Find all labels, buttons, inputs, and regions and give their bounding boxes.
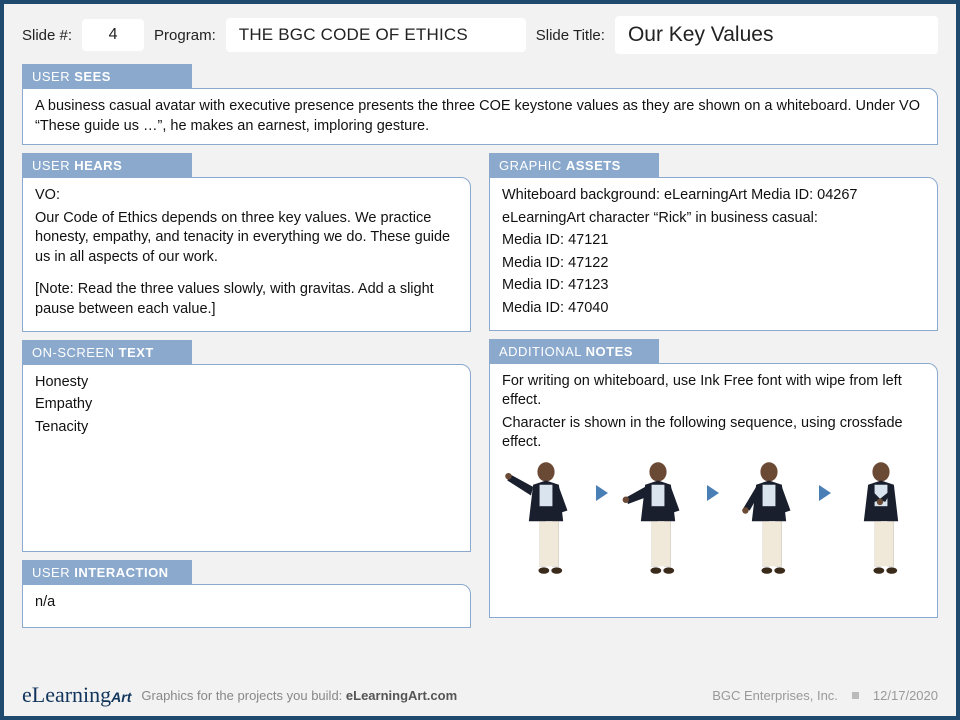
section-user-hears: USER HEARS VO: Our Code of Ethics depend… [22,153,471,331]
graphic-assets-header: GRAPHIC ASSETS [489,153,659,178]
ga-label-b: ASSETS [566,158,621,173]
an-line-2: Character is shown in the following sequ… [502,414,925,453]
character-pose-2 [614,459,702,577]
slide-num-label: Slide #: [22,27,72,44]
user-hears-label-a: USER [32,158,74,173]
footer-date: 12/17/2020 [873,688,938,703]
ga-line-5: Media ID: 47040 [502,299,925,319]
slide-title-field[interactable]: Our Key Values [615,16,938,54]
program-label: Program: [154,27,216,44]
sequence-arrow-icon [707,485,719,501]
onscreen-text-header: ON-SCREEN TEXT [22,340,192,365]
vo-note: [Note: Read the three values slowly, wit… [35,280,458,319]
ga-label-a: GRAPHIC [499,158,566,173]
footer-company: BGC Enterprises, Inc. [712,688,838,703]
sequence-arrow-icon [596,485,608,501]
footer-tag-a: Graphics for the projects you build: [141,688,346,703]
an-label-a: ADDITIONAL [499,344,586,359]
user-sees-label-b: SEES [74,69,111,84]
user-sees-header: USER SEES [22,64,192,89]
storyboard-page: Slide #: 4 Program: THE BGC CODE OF ETHI… [0,0,960,720]
user-interaction-header: USER INTERACTION [22,560,192,585]
section-onscreen-text: ON-SCREEN TEXT Honesty Empathy Tenacity [22,340,471,552]
footer: eLearningArt Graphics for the projects y… [22,682,938,708]
user-interaction-body: n/a [22,584,471,628]
ui-label-a: USER [32,565,74,580]
ga-line-4: Media ID: 47123 [502,276,925,296]
footer-separator-icon [852,692,859,699]
program-field[interactable]: THE BGC CODE OF ETHICS [226,18,526,52]
slide-num-field[interactable]: 4 [82,19,144,51]
person-icon [502,459,590,577]
logo-text-b: Art [111,689,131,705]
slide-title-label: Slide Title: [536,27,605,44]
ost-label-b: TEXT [119,345,154,360]
an-line-1: For writing on whiteboard, use Ink Free … [502,372,925,411]
section-graphic-assets: GRAPHIC ASSETS Whiteboard background: eL… [489,153,938,330]
ost-line-2: Tenacity [35,418,458,438]
section-user-sees: USER SEES A business casual avatar with … [22,64,938,145]
ost-line-1: Empathy [35,395,458,415]
logo-text-a: eLearning [22,682,111,707]
additional-notes-body: For writing on whiteboard, use Ink Free … [489,363,938,618]
ga-line-0: Whiteboard background: eLearningArt Medi… [502,186,925,206]
user-hears-body: VO: Our Code of Ethics depends on three … [22,177,471,331]
sequence-arrow-icon [819,485,831,501]
character-pose-3 [725,459,813,577]
ost-line-0: Honesty [35,373,458,393]
user-hears-header: USER HEARS [22,153,192,178]
an-label-b: NOTES [586,344,633,359]
user-sees-label-a: USER [32,69,74,84]
footer-tagline: Graphics for the projects you build: eLe… [141,688,457,703]
logo: eLearningArt [22,682,131,708]
vo-body: Our Code of Ethics depends on three key … [35,209,458,268]
additional-notes-header: ADDITIONAL NOTES [489,339,659,364]
user-hears-label-b: HEARS [74,158,122,173]
vo-label: VO: [35,186,458,206]
character-sequence [502,459,925,577]
two-col-upper: USER HEARS VO: Our Code of Ethics depend… [22,153,938,635]
person-icon [725,459,813,577]
ga-line-1: eLearningArt character “Rick” in busines… [502,209,925,229]
section-additional-notes: ADDITIONAL NOTES For writing on whiteboa… [489,339,938,628]
ost-label-a: ON-SCREEN [32,345,119,360]
footer-right: BGC Enterprises, Inc. 12/17/2020 [712,688,938,703]
section-user-interaction: USER INTERACTION n/a [22,560,471,628]
footer-tag-b: eLearningArt.com [346,688,457,703]
character-pose-1 [502,459,590,577]
user-sees-body: A business casual avatar with executive … [22,88,938,145]
header-row: Slide #: 4 Program: THE BGC CODE OF ETHI… [22,16,938,54]
person-icon [837,459,925,577]
ui-label-b: INTERACTION [74,565,168,580]
graphic-assets-body: Whiteboard background: eLearningArt Medi… [489,177,938,330]
character-pose-4 [837,459,925,577]
ga-line-2: Media ID: 47121 [502,231,925,251]
person-icon [614,459,702,577]
col-left: USER HEARS VO: Our Code of Ethics depend… [22,153,471,635]
ga-line-3: Media ID: 47122 [502,254,925,274]
col-right: GRAPHIC ASSETS Whiteboard background: eL… [489,153,938,635]
onscreen-text-body: Honesty Empathy Tenacity [22,364,471,552]
